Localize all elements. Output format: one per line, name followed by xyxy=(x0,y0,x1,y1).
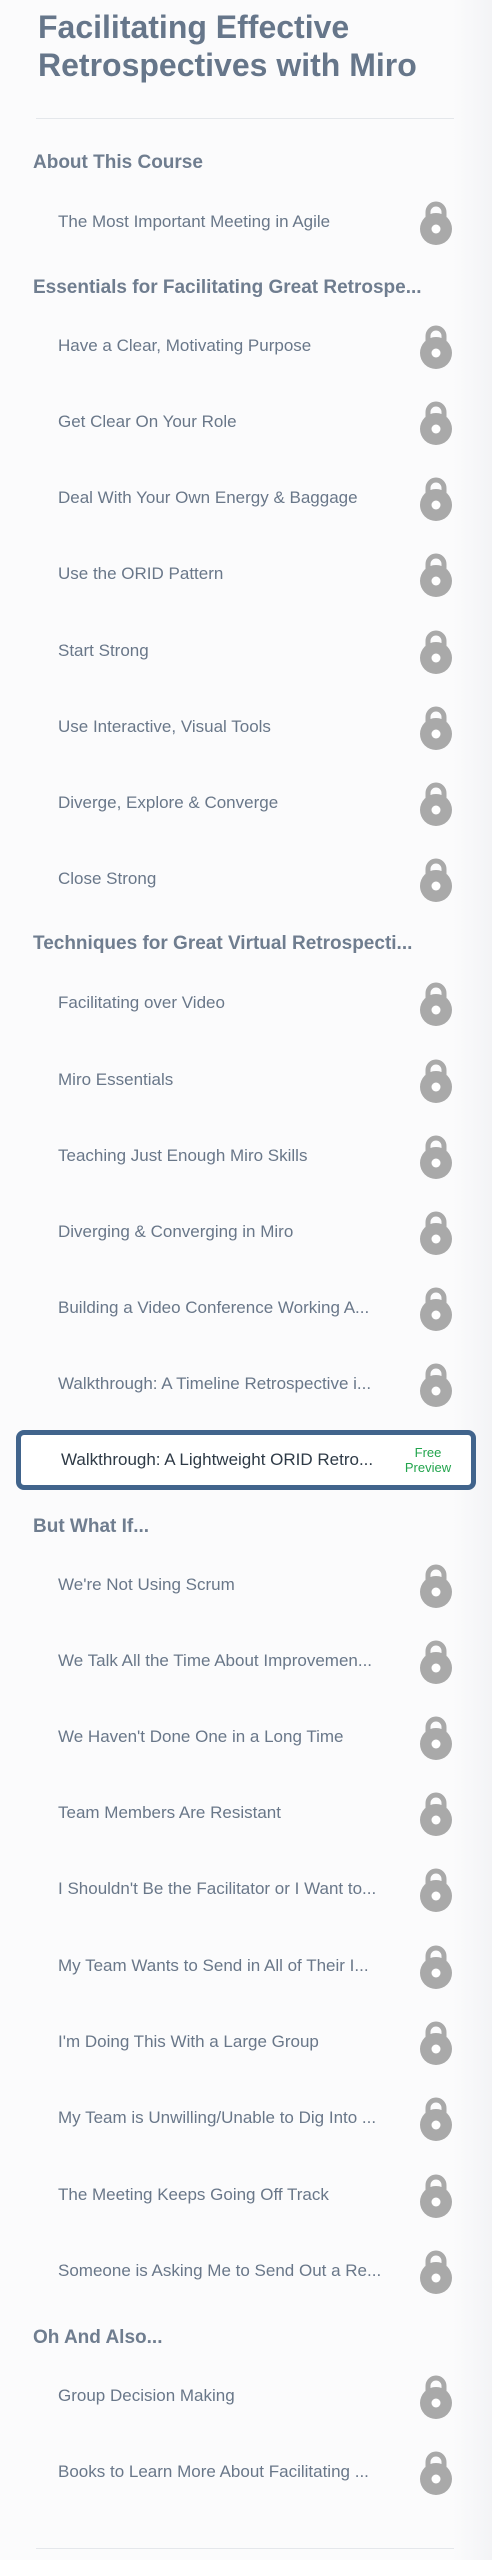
lock-icon xyxy=(420,1640,452,1684)
lecture-title: Walkthrough: A Timeline Retrospective i.… xyxy=(58,1374,372,1393)
lecture-item[interactable]: Someone is Asking Me to Send Out a Re... xyxy=(36,2242,456,2300)
lecture-item[interactable]: Books to Learn More About Facilitating .… xyxy=(36,2443,456,2501)
lock-icon xyxy=(420,1945,452,1989)
lecture-item[interactable]: Have a Clear, Motivating Purpose xyxy=(36,317,456,375)
lecture-item[interactable]: Diverging & Converging in Miro xyxy=(36,1203,456,1261)
lock-icon xyxy=(420,630,452,674)
lecture-item[interactable]: Team Members Are Resistant xyxy=(36,1784,456,1842)
lecture-title: Facilitating over Video xyxy=(58,993,225,1012)
lecture-title: We're Not Using Scrum xyxy=(58,1575,235,1594)
lecture-item[interactable]: Walkthrough: A Timeline Retrospective i.… xyxy=(36,1355,456,1413)
section-title-essentials: Essentials for Facilitating Great Retros… xyxy=(33,277,422,298)
lock-icon xyxy=(420,1868,452,1912)
lecture-title: Someone is Asking Me to Send Out a Re... xyxy=(58,2261,382,2280)
lecture-title: My Team Wants to Send in All of Their I.… xyxy=(58,1956,369,1975)
title-divider xyxy=(36,118,454,119)
lock-icon xyxy=(420,2375,452,2419)
bottom-divider xyxy=(36,2548,454,2549)
lock-icon xyxy=(420,1287,452,1331)
lecture-item[interactable]: Building a Video Conference Working A... xyxy=(36,1279,456,1337)
lecture-item[interactable]: Start Strong xyxy=(36,622,456,680)
course-curriculum-sidebar: Facilitating Effective Retrospectives wi… xyxy=(0,0,492,2560)
lecture-title: Use the ORID Pattern xyxy=(58,564,224,583)
lock-icon xyxy=(420,706,452,750)
lecture-item[interactable]: I'm Doing This With a Large Group xyxy=(36,2013,456,2071)
lecture-title: I Shouldn't Be the Facilitator or I Want… xyxy=(58,1879,377,1898)
course-title: Facilitating Effective Retrospectives wi… xyxy=(38,9,417,83)
lecture-title: Building a Video Conference Working A... xyxy=(58,1298,370,1317)
lock-icon xyxy=(420,1716,452,1760)
lock-icon xyxy=(420,782,452,826)
lock-icon xyxy=(420,1135,452,1179)
lecture-item[interactable]: Group Decision Making xyxy=(36,2367,456,2425)
lecture-title: Books to Learn More About Facilitating .… xyxy=(58,2462,369,2481)
lecture-title: The Most Important Meeting in Agile xyxy=(58,212,331,231)
lock-icon xyxy=(420,858,452,902)
lecture-item[interactable]: Teaching Just Enough Miro Skills xyxy=(36,1127,456,1185)
lecture-item[interactable]: I Shouldn't Be the Facilitator or I Want… xyxy=(36,1860,456,1918)
lock-icon xyxy=(420,1564,452,1608)
lecture-title: Get Clear On Your Role xyxy=(58,412,237,431)
lecture-title: Start Strong xyxy=(58,641,149,660)
lock-icon xyxy=(420,982,452,1026)
lecture-title: Team Members Are Resistant xyxy=(58,1803,281,1822)
lecture-title: Use Interactive, Visual Tools xyxy=(58,717,271,736)
lecture-title: I'm Doing This With a Large Group xyxy=(58,2032,319,2051)
lecture-item[interactable]: My Team is Unwilling/Unable to Dig Into … xyxy=(36,2089,456,2147)
lock-icon xyxy=(420,2451,452,2495)
lecture-title: Diverge, Explore & Converge xyxy=(58,793,279,812)
lecture-item[interactable]: We're Not Using Scrum xyxy=(36,1556,456,1614)
lock-icon xyxy=(420,1363,452,1407)
lecture-item[interactable]: Use Interactive, Visual Tools xyxy=(36,698,456,756)
lock-icon xyxy=(420,553,452,597)
lecture-item[interactable]: Deal With Your Own Energy & Baggage xyxy=(36,469,456,527)
free-preview-badge: Free Preview xyxy=(404,1445,452,1475)
lecture-title: Have a Clear, Motivating Purpose xyxy=(58,336,312,355)
active-lecture-item[interactable]: Walkthrough: A Lightweight ORID Retro...… xyxy=(16,1430,476,1490)
lecture-item[interactable]: We Talk All the Time About Improvemen... xyxy=(36,1632,456,1690)
section-title-oh-and-also: Oh And Also... xyxy=(33,2327,163,2348)
lock-icon xyxy=(420,325,452,369)
lecture-title: The Meeting Keeps Going Off Track xyxy=(58,2185,329,2204)
lock-icon xyxy=(420,2097,452,2141)
lecture-title: Group Decision Making xyxy=(58,2386,235,2405)
lecture-title: Deal With Your Own Energy & Baggage xyxy=(58,488,358,507)
lecture-title: We Talk All the Time About Improvemen... xyxy=(58,1651,373,1670)
section-title-about: About This Course xyxy=(33,152,203,173)
lecture-item[interactable]: My Team Wants to Send in All of Their I.… xyxy=(36,1937,456,1995)
lock-icon xyxy=(420,2021,452,2065)
lecture-title: We Haven't Done One in a Long Time xyxy=(58,1727,344,1746)
lock-icon xyxy=(420,2174,452,2218)
lecture-title: My Team is Unwilling/Unable to Dig Into … xyxy=(58,2108,377,2127)
lock-icon xyxy=(420,1211,452,1255)
lecture-item[interactable]: We Haven't Done One in a Long Time xyxy=(36,1708,456,1766)
section-title-but-what-if: But What If... xyxy=(33,1516,150,1537)
lecture-item[interactable]: Use the ORID Pattern xyxy=(36,545,456,603)
lecture-title: Miro Essentials xyxy=(58,1070,174,1089)
lock-icon xyxy=(420,477,452,521)
lecture-title: Teaching Just Enough Miro Skills xyxy=(58,1146,308,1165)
section-title-techniques: Techniques for Great Virtual Retrospecti… xyxy=(33,933,413,954)
lock-icon xyxy=(420,2250,452,2294)
lecture-item[interactable]: Facilitating over Video xyxy=(36,974,456,1032)
lecture-item[interactable]: Miro Essentials xyxy=(36,1051,456,1109)
active-lecture-title: Walkthrough: A Lightweight ORID Retro... xyxy=(61,1450,374,1469)
lock-icon xyxy=(420,1059,452,1103)
lecture-title: Close Strong xyxy=(58,869,157,888)
lecture-item[interactable]: Diverge, Explore & Converge xyxy=(36,774,456,832)
lecture-item[interactable]: The Most Important Meeting in Agile xyxy=(36,193,456,251)
lock-icon xyxy=(420,1792,452,1836)
lecture-item[interactable]: The Meeting Keeps Going Off Track xyxy=(36,2166,456,2224)
lecture-item[interactable]: Get Clear On Your Role xyxy=(36,393,456,451)
lecture-title: Diverging & Converging in Miro xyxy=(58,1222,294,1241)
lock-icon xyxy=(420,201,452,245)
lock-icon xyxy=(420,401,452,445)
lecture-item[interactable]: Close Strong xyxy=(36,850,456,908)
